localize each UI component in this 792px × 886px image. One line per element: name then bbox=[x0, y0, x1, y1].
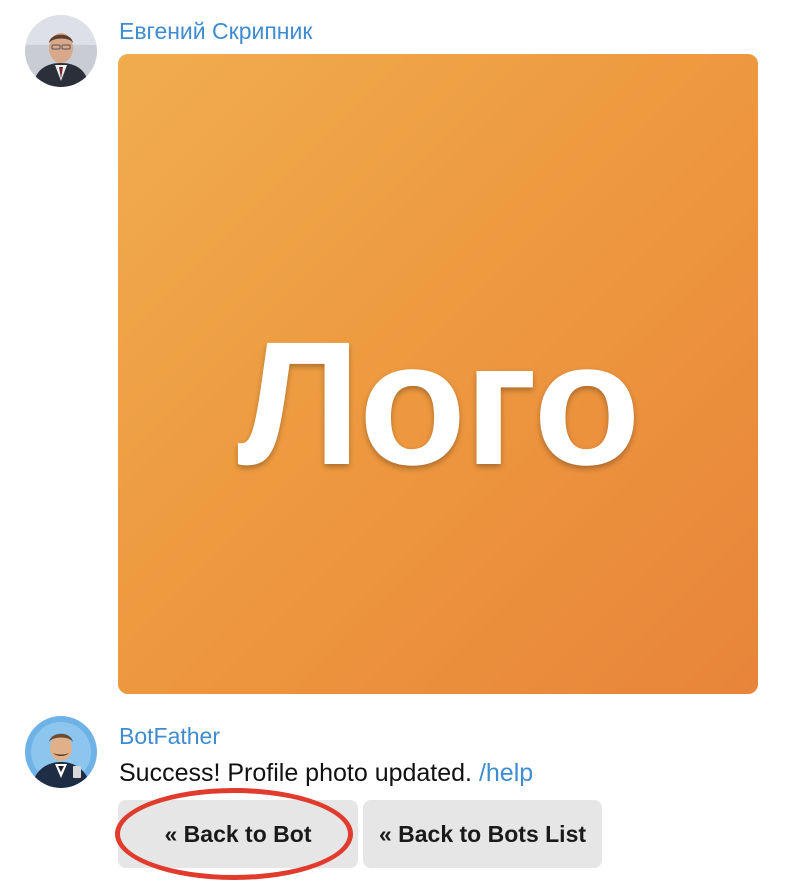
sender-name[interactable]: Евгений Скрипник bbox=[119, 17, 312, 45]
back-to-bot-button[interactable]: « Back to Bot bbox=[118, 800, 358, 868]
chat-window: Евгений Скрипник Лого BotFather Success!… bbox=[0, 0, 792, 886]
message-body: Success! Profile photo updated. bbox=[119, 759, 479, 787]
botfather-avatar[interactable] bbox=[25, 716, 97, 788]
photo-logo-text: Лого bbox=[237, 306, 641, 502]
back-to-bots-list-button[interactable]: « Back to Bots List bbox=[363, 800, 602, 868]
message-text: Success! Profile photo updated. /help bbox=[119, 758, 533, 788]
user-avatar[interactable] bbox=[25, 15, 97, 87]
user-photo-avatar bbox=[25, 15, 97, 87]
logo-photo[interactable]: Лого bbox=[118, 54, 758, 694]
sender-name[interactable]: BotFather bbox=[119, 722, 220, 750]
botfather-icon bbox=[25, 716, 97, 788]
help-command-link[interactable]: /help bbox=[479, 759, 533, 787]
